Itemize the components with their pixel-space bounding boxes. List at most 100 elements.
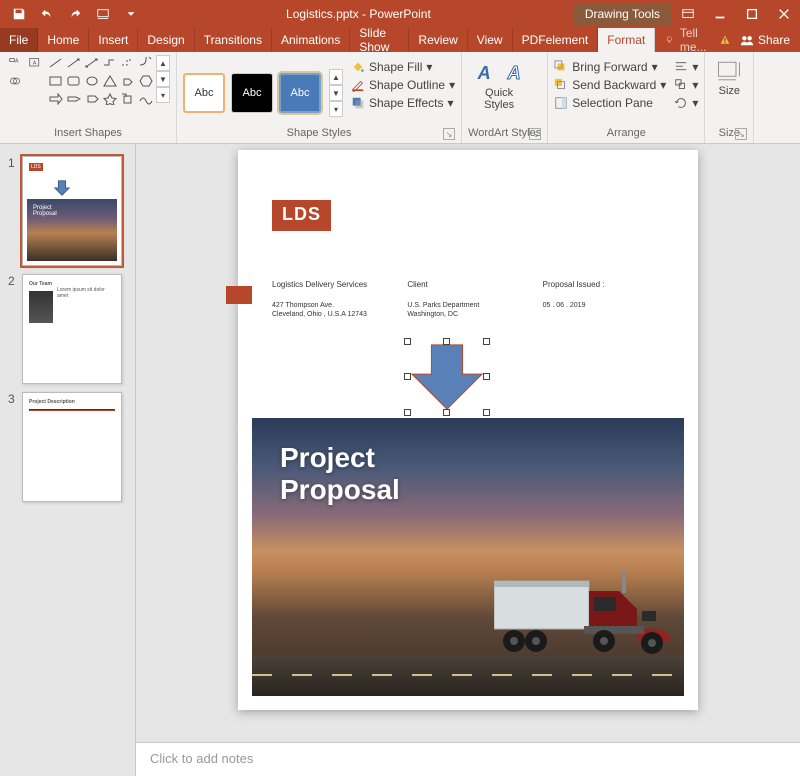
group-label-shape-styles: Shape Styles xyxy=(287,127,352,139)
share-button[interactable]: Share xyxy=(730,28,800,52)
tab-file[interactable]: File xyxy=(0,28,38,52)
rotate-button[interactable]: ▾ xyxy=(674,95,698,111)
selection-handle[interactable] xyxy=(404,409,411,416)
slide-thumbnail-2[interactable]: Our TeamLorem ipsum sit dolor amet xyxy=(22,274,122,384)
selection-handle[interactable] xyxy=(483,373,490,380)
redo-button[interactable] xyxy=(62,2,88,26)
group-insert-shapes: A A xyxy=(0,52,177,143)
quick-access-toolbar xyxy=(0,2,144,26)
selection-pane-button[interactable]: Selection Pane xyxy=(554,95,666,111)
merge-shapes-button[interactable] xyxy=(6,73,24,89)
send-backward-button[interactable]: Send Backward ▾ xyxy=(554,77,666,93)
undo-button[interactable] xyxy=(34,2,60,26)
maximize-button[interactable] xyxy=(736,0,768,28)
slide-thumbnail-3[interactable]: Project Description xyxy=(22,392,122,502)
lightbulb-icon xyxy=(665,34,674,46)
shape-fill-button[interactable]: Shape Fill ▾ xyxy=(351,59,455,75)
pen-icon xyxy=(351,78,365,92)
bucket-icon xyxy=(351,60,365,74)
svg-text:A: A xyxy=(15,58,19,64)
client-heading: Client xyxy=(407,280,542,289)
selected-arrow-shape[interactable] xyxy=(408,342,486,412)
shape-style-1[interactable]: Abc xyxy=(183,73,225,113)
tab-view[interactable]: View xyxy=(468,28,513,52)
tab-animations[interactable]: Animations xyxy=(272,28,350,52)
size-icon xyxy=(715,57,743,85)
bring-forward-icon xyxy=(554,60,568,74)
gallery-scroll-up[interactable]: ▲ xyxy=(156,55,170,71)
text-box-button[interactable]: A xyxy=(26,55,44,71)
tab-format[interactable]: Format xyxy=(598,28,655,52)
title-bar: Logistics.pptx - PowerPoint Drawing Tool… xyxy=(0,0,800,28)
slide-red-tab xyxy=(226,286,252,304)
thumb-number-2: 2 xyxy=(8,274,22,384)
tab-transitions[interactable]: Transitions xyxy=(195,28,272,52)
wordart-launcher[interactable]: ↘ xyxy=(529,128,541,140)
drawing-tools-label: Drawing Tools xyxy=(573,3,672,25)
close-button[interactable] xyxy=(768,0,800,28)
company-addr1: 427 Thompson Ave. xyxy=(272,301,407,310)
chevron-down-icon: ▾ xyxy=(449,78,455,92)
shape-gallery[interactable] xyxy=(48,55,154,125)
tab-insert[interactable]: Insert xyxy=(89,28,138,52)
slide-canvas[interactable]: LDS Logistics Delivery Services 427 Thom… xyxy=(136,144,800,742)
minimize-button[interactable] xyxy=(704,0,736,28)
ribbon: A A xyxy=(0,52,800,144)
group-arrange: Bring Forward ▾ Send Backward ▾ Selectio… xyxy=(548,52,705,143)
styles-scroll-down[interactable]: ▼ xyxy=(329,85,343,101)
selection-handle[interactable] xyxy=(483,409,490,416)
ribbon-display-options-button[interactable] xyxy=(672,0,704,28)
share-label: Share xyxy=(758,33,790,47)
start-from-beginning-button[interactable] xyxy=(90,2,116,26)
bring-forward-button[interactable]: Bring Forward ▾ xyxy=(554,59,666,75)
shape-style-2[interactable]: Abc xyxy=(231,73,273,113)
slide-logo[interactable]: LDS xyxy=(272,200,331,231)
shape-styles-launcher[interactable]: ↘ xyxy=(443,128,455,140)
styles-scroll-up[interactable]: ▲ xyxy=(329,69,343,85)
selection-handle[interactable] xyxy=(443,338,450,345)
selection-handle[interactable] xyxy=(443,409,450,416)
window-title: Logistics.pptx - PowerPoint xyxy=(144,7,573,21)
tab-review[interactable]: Review xyxy=(409,28,467,52)
gallery-scroll-down[interactable]: ▼ xyxy=(156,71,170,87)
chevron-down-icon: ▾ xyxy=(426,60,432,74)
gallery-more-button[interactable]: ▾ xyxy=(156,87,170,103)
thumb-number-1: 1 xyxy=(8,156,22,266)
group-wordart-styles: A A Quick Styles WordArt Styles↘ xyxy=(462,52,548,143)
tab-home[interactable]: Home xyxy=(38,28,89,52)
slide-1[interactable]: LDS Logistics Delivery Services 427 Thom… xyxy=(238,150,698,710)
group-icon xyxy=(674,78,688,92)
truck-graphic xyxy=(494,571,674,666)
send-backward-icon xyxy=(554,78,568,92)
group-button[interactable]: ▾ xyxy=(674,77,698,93)
size-button[interactable]: Size xyxy=(711,55,747,125)
editor-pane: LDS Logistics Delivery Services 427 Thom… xyxy=(136,144,800,776)
selection-handle[interactable] xyxy=(404,373,411,380)
wordart-sample-fill: A xyxy=(472,63,496,87)
shape-outline-button[interactable]: Shape Outline ▾ xyxy=(351,77,455,93)
customize-qat-button[interactable] xyxy=(118,2,144,26)
slide-hero-image[interactable]: Project Proposal xyxy=(252,418,684,696)
selection-pane-icon xyxy=(554,96,568,110)
tab-pdfelement[interactable]: PDFelement xyxy=(513,28,599,52)
slide-thumbnail-1[interactable]: LDS ProjectProposal xyxy=(22,156,122,266)
company-addr2: Cleveland, Ohio , U.S.A 12743 xyxy=(272,310,407,319)
tell-me-search[interactable]: Tell me... xyxy=(655,28,730,52)
selection-handle[interactable] xyxy=(483,338,490,345)
selection-handle[interactable] xyxy=(404,338,411,345)
shape-style-3[interactable]: Abc xyxy=(279,73,321,113)
quick-styles-button[interactable]: A A Quick Styles xyxy=(468,55,530,125)
size-launcher[interactable]: ↘ xyxy=(735,128,747,140)
save-button[interactable] xyxy=(6,2,32,26)
tell-me-label: Tell me... xyxy=(680,26,714,54)
chevron-down-icon: ▾ xyxy=(448,96,454,110)
notes-pane[interactable]: Click to add notes xyxy=(136,742,800,776)
styles-more-button[interactable]: ▾ xyxy=(329,101,343,117)
shape-effects-button[interactable]: Shape Effects ▾ xyxy=(351,95,455,111)
edit-shape-button[interactable]: A xyxy=(6,55,24,71)
group-shape-styles: Abc Abc Abc ▲ ▼ ▾ Shape Fill ▾ Shape Out… xyxy=(177,52,462,143)
slide-hero-title: Project Proposal xyxy=(280,442,400,506)
tab-design[interactable]: Design xyxy=(138,28,194,52)
tab-slide-show[interactable]: Slide Show xyxy=(350,28,409,52)
align-button[interactable]: ▾ xyxy=(674,59,698,75)
